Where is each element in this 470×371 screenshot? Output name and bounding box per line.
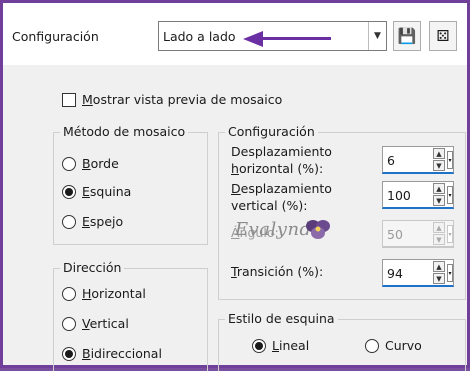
spin-up-icon[interactable]: ▲	[433, 261, 445, 272]
watermark-signature: Evalynda	[233, 215, 333, 249]
dice-icon: ⚄	[436, 27, 450, 45]
radio-label: Borde	[82, 156, 119, 171]
vertical-offset-spinner[interactable]: 100 ▲ ▼ ▾	[382, 181, 454, 209]
radio-curvo[interactable]: Curvo	[365, 338, 422, 353]
radio-label: Lineal	[272, 338, 310, 353]
chevron-down-icon[interactable]: ▼	[368, 22, 386, 50]
preset-bar: Configuración Lado a lado ▼ 💾 ⚄	[3, 3, 467, 65]
slider-toggle-icon[interactable]: ▾	[447, 186, 453, 204]
show-tile-preview-checkbox[interactable]: Mostrar vista previa de mosaico	[62, 92, 282, 107]
annotation-arrow-head	[243, 31, 263, 47]
radio-lineal[interactable]: Lineal	[252, 338, 309, 353]
preset-value: Lado a lado	[163, 29, 236, 44]
vertical-offset-value[interactable]: 100	[387, 188, 411, 203]
transition-value[interactable]: 94	[387, 266, 403, 281]
radio-espejo[interactable]: Espejo	[62, 214, 123, 229]
spin-down-icon[interactable]: ▼	[433, 195, 445, 206]
tile-method-group: Método de mosaico Borde Esquina Espejo	[53, 124, 208, 245]
angle-spinner: 50 ▲ ▼ ▾	[382, 220, 454, 248]
slider-toggle-icon[interactable]: ▾	[447, 151, 453, 169]
radio-label: Horizontal	[82, 286, 146, 301]
save-preset-button[interactable]: 💾	[393, 21, 421, 51]
radio-button[interactable]	[62, 346, 76, 361]
radio-vertical[interactable]: Vertical	[62, 316, 129, 331]
vertical-offset-label: Desplazamiento vertical (%):	[231, 181, 332, 213]
spin-down-icon[interactable]: ▼	[433, 273, 445, 284]
spin-up-icon: ▲	[433, 222, 445, 233]
radio-label: Espejo	[82, 214, 124, 229]
radio-label: Vertical	[82, 316, 129, 331]
radio-button[interactable]	[62, 214, 76, 229]
radio-button[interactable]	[252, 338, 266, 353]
radio-borde[interactable]: Borde	[62, 156, 119, 171]
dialog-window: Configuración Lado a lado ▼ 💾 ⚄ Mostrar …	[0, 0, 470, 371]
radio-label: Esquina	[82, 184, 132, 199]
radio-button[interactable]	[62, 184, 76, 199]
radio-button[interactable]	[62, 316, 76, 331]
spin-down-icon: ▼	[433, 234, 445, 245]
checkbox-label: Mostrar vista previa de mosaico	[82, 92, 283, 107]
direction-title: Dirección	[60, 260, 125, 275]
settings-title: Configuración	[225, 124, 318, 139]
transition-label: Transición (%):	[231, 264, 324, 279]
horizontal-offset-label: Desplazamiento horizontal (%):	[231, 144, 332, 176]
checkbox-box[interactable]	[62, 92, 76, 107]
horizontal-offset-spinner[interactable]: 6 ▲ ▼ ▾	[382, 146, 454, 174]
flower-icon	[306, 220, 330, 239]
radio-label: Curvo	[385, 338, 422, 353]
slider-toggle-icon[interactable]: ▾	[447, 264, 453, 282]
corner-style-group: Estilo de esquina Lineal Curvo	[218, 311, 466, 371]
horizontal-offset-value[interactable]: 6	[387, 153, 395, 168]
preset-label: Configuración	[12, 29, 99, 44]
angle-value: 50	[387, 227, 403, 242]
preset-select[interactable]: Lado a lado ▼	[158, 21, 387, 51]
slider-toggle-icon: ▾	[447, 225, 453, 243]
radio-label: Bidireccional	[82, 346, 162, 361]
radio-button[interactable]	[62, 156, 76, 171]
transition-spinner[interactable]: 94 ▲ ▼ ▾	[382, 259, 454, 287]
direction-group: Dirección Horizontal Vertical Bidireccio…	[53, 260, 208, 371]
radio-button[interactable]	[365, 338, 379, 353]
spin-up-icon[interactable]: ▲	[433, 183, 445, 194]
spin-up-icon[interactable]: ▲	[433, 148, 445, 159]
reset-button[interactable]: ⚄	[429, 21, 457, 51]
annotation-arrow-line	[261, 37, 331, 40]
radio-esquina[interactable]: Esquina	[62, 184, 131, 199]
save-icon: 💾	[397, 27, 417, 45]
spin-down-icon[interactable]: ▼	[433, 160, 445, 171]
corner-style-title: Estilo de esquina	[225, 311, 338, 326]
tile-method-title: Método de mosaico	[60, 124, 189, 139]
radio-bidireccional[interactable]: Bidireccional	[62, 346, 162, 361]
radio-button[interactable]	[62, 286, 76, 301]
radio-horizontal[interactable]: Horizontal	[62, 286, 146, 301]
